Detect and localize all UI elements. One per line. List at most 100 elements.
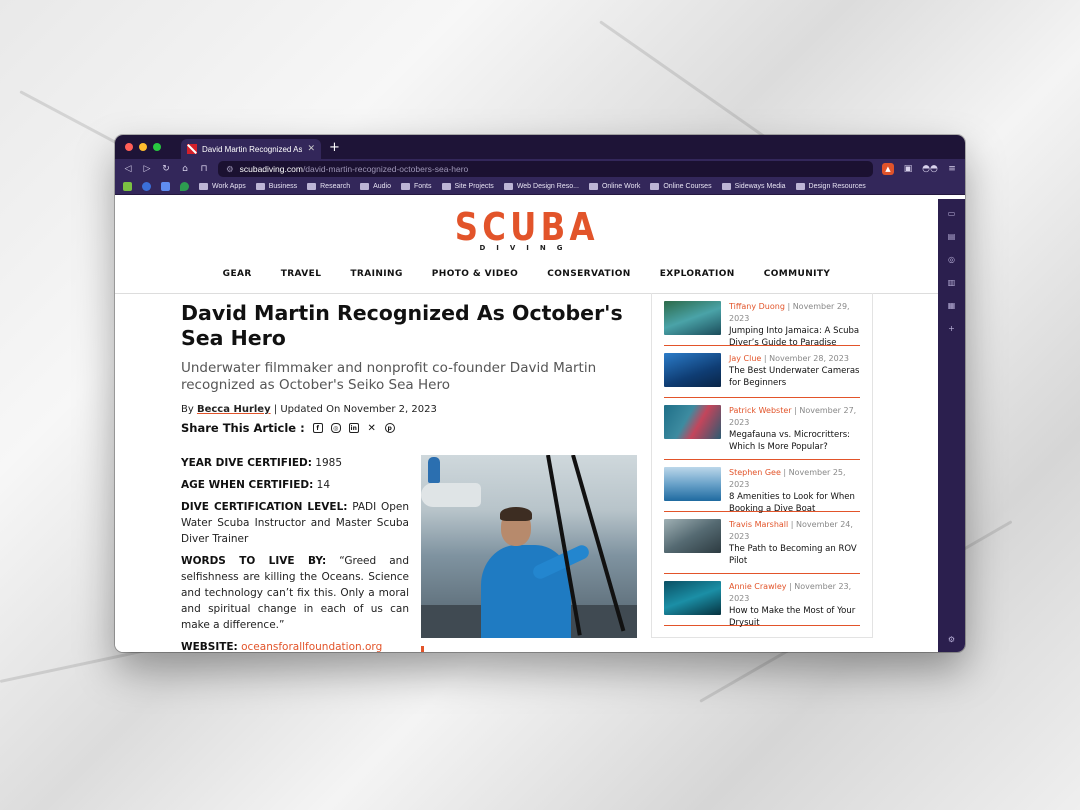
article-subhead: Underwater filmmaker and nonprofit co-fo… <box>181 360 597 393</box>
article-thumbnail[interactable] <box>664 353 721 387</box>
item-title[interactable]: How to Make the Most of Your Drysuit <box>729 605 860 629</box>
nav-gear[interactable]: GEAR <box>223 269 252 279</box>
list-item[interactable]: Stephen Gee | November 25, 2023 8 Amenit… <box>664 467 860 515</box>
home-icon[interactable]: ⌂ <box>180 164 190 174</box>
bookmark-folder[interactable]: Web Design Reso... <box>503 183 579 190</box>
bookmark-folder[interactable]: Site Projects <box>441 183 494 190</box>
folder-icon <box>588 183 598 190</box>
folder-icon <box>255 183 265 190</box>
bookmark-folder[interactable]: Fonts <box>401 183 432 190</box>
site-logo[interactable]: SCUBA DIVING <box>115 199 938 252</box>
url-bar[interactable]: ⚙ scubadiving.com/david-martin-recognize… <box>218 161 873 177</box>
nav-exploration[interactable]: EXPLORATION <box>660 269 735 279</box>
share-row: Share This Article : f ◎ in ✕ p <box>181 421 639 435</box>
bookmark-app-icon[interactable] <box>161 182 170 191</box>
menu-icon[interactable]: ≡ <box>947 164 957 174</box>
bookmark-label: Fonts <box>414 183 432 190</box>
forward-arrow-icon[interactable]: ▷ <box>142 164 152 174</box>
bookmark-label: Research <box>320 183 351 190</box>
caption-accent <box>421 646 424 652</box>
article-thumbnail[interactable] <box>664 301 721 335</box>
item-title[interactable]: The Best Underwater Cameras for Beginner… <box>729 365 860 389</box>
folder-icon <box>360 183 370 190</box>
bookmark-label: Work Apps <box>212 183 246 190</box>
folder-icon <box>795 183 805 190</box>
list-item[interactable]: Patrick Webster | November 27, 2023 Mega… <box>664 405 860 460</box>
new-tab-plus-icon[interactable]: + <box>329 140 340 155</box>
linkedin-icon[interactable]: in <box>348 423 359 433</box>
article-body: YEAR DIVE CERTIFIED: 1985 AGE WHEN CERTI… <box>181 455 409 652</box>
browser-side-panel: ▭ ▤ ◎ ▥ ▦ + ⚙ <box>938 199 965 652</box>
close-icon[interactable]: ✕ <box>307 144 315 154</box>
instagram-icon[interactable]: ◎ <box>330 423 341 433</box>
list-item[interactable]: Travis Marshall | November 24, 2023 The … <box>664 519 860 574</box>
article-thumbnail[interactable] <box>664 405 721 439</box>
bookmark-folder[interactable]: Sideways Media <box>721 183 786 190</box>
facebook-icon[interactable]: f <box>312 423 323 433</box>
article-thumbnail[interactable] <box>664 519 721 553</box>
bookmark-label: Business <box>268 183 298 190</box>
list-item[interactable]: Annie Crawley | November 23, 2023 How to… <box>664 581 860 629</box>
bookmark-folder[interactable]: Work Apps <box>199 183 246 190</box>
bookmark-folder[interactable]: Audio <box>360 183 391 190</box>
minimize-window-button[interactable] <box>139 143 147 151</box>
article-thumbnail[interactable] <box>664 581 721 615</box>
list-item[interactable]: Jay Clue | November 28, 2023 The Best Un… <box>664 353 860 398</box>
list-item[interactable]: Tiffany Duong | November 29, 2023 Jumpin… <box>664 301 860 349</box>
item-author[interactable]: Patrick Webster <box>729 406 792 415</box>
item-title[interactable]: The Path to Becoming an ROV Pilot <box>729 543 860 567</box>
bookmark-folder[interactable]: Business <box>255 183 298 190</box>
item-title[interactable]: 8 Amenities to Look for When Booking a D… <box>729 491 860 515</box>
nav-community[interactable]: COMMUNITY <box>764 269 831 279</box>
item-author[interactable]: Travis Marshall <box>729 520 788 529</box>
item-title[interactable]: Jumping Into Jamaica: A Scuba Diver’s Gu… <box>729 325 860 349</box>
bookmark-app-icon[interactable] <box>142 182 151 191</box>
item-author[interactable]: Stephen Gee <box>729 468 781 477</box>
x-twitter-icon[interactable]: ✕ <box>367 423 377 434</box>
vpn-icon[interactable]: ◎ <box>948 255 955 264</box>
bookmarks-panel-icon[interactable]: ▦ <box>948 301 956 310</box>
nav-training[interactable]: TRAINING <box>350 269 402 279</box>
bookmark-folder[interactable]: Online Courses <box>650 183 712 190</box>
item-author[interactable]: Tiffany Duong <box>729 302 785 311</box>
site-settings-icon[interactable]: ⚙ <box>226 164 234 175</box>
web-page: SCUBA DIVING GEAR TRAVEL TRAINING PHOTO … <box>115 199 938 652</box>
bookmark-folder[interactable]: Online Work <box>588 183 640 190</box>
shield-icon[interactable]: ▲ <box>882 163 894 175</box>
maximize-window-button[interactable] <box>153 143 161 151</box>
video-icon[interactable]: ▭ <box>948 209 956 218</box>
back-arrow-icon[interactable]: ◁ <box>123 164 133 174</box>
nav-conservation[interactable]: CONSERVATION <box>547 269 630 279</box>
reload-icon[interactable]: ↻ <box>161 164 171 174</box>
bookmark-folder[interactable]: Research <box>307 183 350 190</box>
item-author[interactable]: Annie Crawley <box>729 582 787 591</box>
fact-label: YEAR DIVE CERTIFIED: <box>181 457 312 469</box>
article-headline: David Martin Recognized As October's Sea… <box>181 301 623 350</box>
add-panel-icon[interactable]: + <box>948 324 955 333</box>
article-thumbnail[interactable] <box>664 467 721 501</box>
author-link[interactable]: Becca Hurley <box>197 404 271 415</box>
nav-travel[interactable]: TRAVEL <box>281 269 322 279</box>
pinterest-icon[interactable]: p <box>384 423 395 433</box>
bookmark-folder[interactable]: Design Resources <box>795 183 866 190</box>
gear-icon[interactable]: ⚙ <box>948 635 955 644</box>
browser-tab[interactable]: David Martin Recognized As O ✕ <box>181 139 321 159</box>
wallet-icon[interactable]: ▤ <box>948 232 956 241</box>
maps-pin-icon[interactable] <box>180 182 189 191</box>
bookmark-icon[interactable]: ⊓ <box>199 164 209 174</box>
close-window-button[interactable] <box>125 143 133 151</box>
item-date: | November 28, 2023 <box>761 354 849 363</box>
website-link[interactable]: oceansforallfoundation.org <box>241 641 382 652</box>
bookmark-label: Online Courses <box>663 183 712 190</box>
nav-photo-video[interactable]: PHOTO & VIDEO <box>432 269 518 279</box>
item-author[interactable]: Jay Clue <box>729 354 761 363</box>
glasses-icon[interactable]: ◓◓ <box>922 164 938 174</box>
fact-words: WORDS TO LIVE BY: “Greed and selfishness… <box>181 553 409 633</box>
reading-list-icon[interactable]: ▥ <box>948 278 956 287</box>
bookmark-label: Audio <box>373 183 391 190</box>
sidebar-toggle-icon[interactable]: ▣ <box>903 164 913 174</box>
bookmark-app-icon[interactable] <box>123 182 132 191</box>
fact-website: WEBSITE: oceansforallfoundation.org <box>181 639 409 652</box>
item-title[interactable]: Megafauna vs. Microcritters: Which Is Mo… <box>729 429 860 453</box>
tab-bar: David Martin Recognized As O ✕ + <box>115 135 965 159</box>
